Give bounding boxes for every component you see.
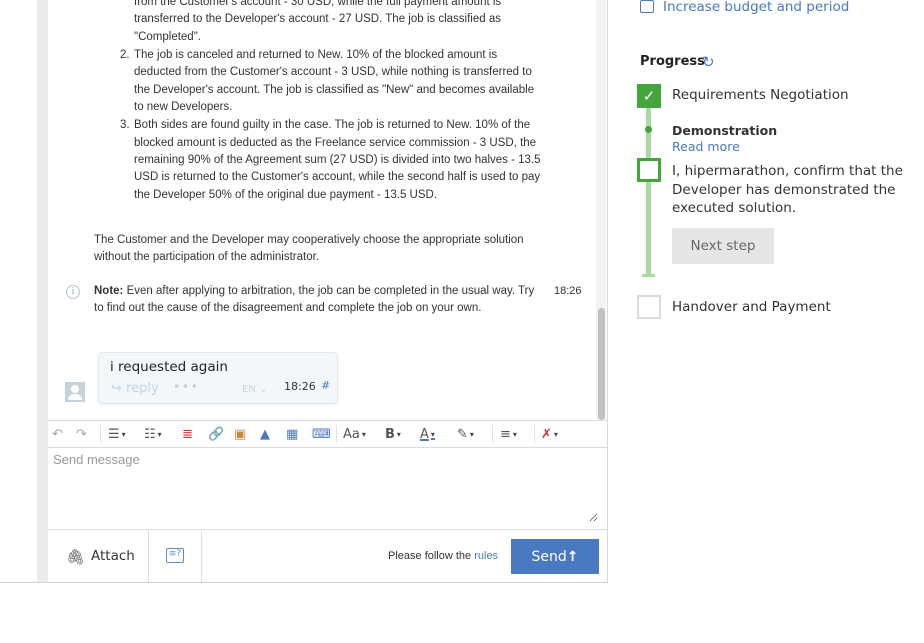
option-3-text: Both sides are found guilty in the case.…: [134, 119, 541, 201]
templates-button[interactable]: ≡?: [149, 531, 202, 582]
chevron-down-icon: ▾: [430, 429, 435, 439]
left-gutter: [37, 0, 48, 582]
attach-label: Attach: [91, 548, 135, 564]
font-color-icon[interactable]: A ▾: [420, 425, 435, 443]
formatting-toolbar: ↶ ↷ ☰ ▾ ☷ ▾ ≣ 🔗 ▣ ▲ ▦ ⌨ Aa ▾ B ▾ A ▾ ✎ ▾ ≡ ▾ ✗ ▾: [48, 420, 607, 448]
reply-label: reply: [126, 381, 159, 396]
arbitration-note: Note: Even after applying to arbitration…: [94, 283, 539, 318]
chat-scrollbar-thumb[interactable]: [598, 308, 605, 420]
compose-area: [48, 448, 607, 530]
step-handover-and-payment: Handover and Payment: [672, 299, 831, 315]
strikethrough-icon[interactable]: ≣: [182, 425, 193, 443]
clear-format-icon[interactable]: ✗ ▾: [541, 425, 558, 443]
chevron-down-icon: ▾: [361, 429, 366, 439]
arrow-up-icon: ↑: [566, 548, 579, 565]
chevron-down-icon: ▾: [553, 429, 558, 439]
more-options-button[interactable]: •••: [173, 380, 199, 395]
option-3-number: 3.: [120, 119, 130, 132]
message-permalink[interactable]: #: [321, 379, 330, 392]
message-template-icon: ≡?: [166, 548, 184, 563]
attach-button[interactable]: 🖇 Attach: [48, 531, 149, 582]
paperclip-icon: 🖇: [66, 548, 86, 566]
link-icon[interactable]: 🔗: [208, 425, 224, 443]
arbitration-options: 2. The job is canceled and returned to N…: [116, 47, 541, 205]
language-selector[interactable]: EN ⌄: [242, 384, 267, 395]
note-label: Note:: [94, 285, 124, 297]
language-label: EN: [242, 384, 256, 395]
chevron-down-icon: ▾: [396, 429, 401, 439]
user-photo-icon[interactable]: ▣: [234, 425, 246, 443]
toolbar-divider: [100, 425, 101, 443]
toolbar-divider: [492, 425, 493, 443]
toolbar-divider: [534, 425, 535, 443]
chevron-down-icon: ⌄: [259, 384, 268, 395]
rules-link[interactable]: rules: [474, 550, 498, 562]
note-timestamp: 18:26: [554, 285, 582, 297]
option-2-text: The job is canceled and returned to New.…: [134, 49, 535, 114]
font-color-label: A: [420, 426, 429, 442]
bold-label: B: [385, 426, 395, 442]
rules-prefix: Please follow the: [388, 550, 475, 562]
bold-icon[interactable]: B ▾: [385, 425, 401, 443]
highlight-icon[interactable]: ✎ ▾: [457, 425, 474, 443]
align-icon[interactable]: ≡ ▾: [500, 425, 517, 443]
chevron-down-icon: ▾: [157, 429, 162, 439]
chat-message-bubble: i requested again ↪ reply ••• EN ⌄ 18:26…: [98, 352, 338, 404]
next-step-button[interactable]: Next step: [672, 228, 774, 264]
step-demonstration: Demonstration: [672, 123, 778, 138]
message-input[interactable]: [53, 452, 598, 522]
table-icon[interactable]: ▦: [286, 425, 298, 443]
option-2-number: 2.: [120, 49, 130, 61]
increase-budget-link[interactable]: Increase budget and period: [663, 0, 849, 15]
option-2: 2. The job is canceled and returned to N…: [116, 47, 541, 117]
step-pending-checkbox: [637, 295, 661, 319]
toolbar-divider: [336, 425, 337, 443]
redo-icon[interactable]: ↷: [76, 425, 87, 443]
progress-title: Progress: [640, 54, 705, 69]
current-step-dot: [645, 126, 652, 133]
refresh-icon[interactable]: ↻: [702, 53, 715, 71]
option-3: 3. Both sides are found guilty in the ca…: [116, 117, 541, 204]
chevron-down-icon: ▾: [469, 429, 474, 439]
user-avatar-icon: [65, 382, 85, 402]
chevron-down-icon: ▾: [512, 429, 517, 439]
page: from the Customer's account - 30 USD, wh…: [0, 0, 924, 643]
step-done-checkbox: ✓: [637, 84, 661, 108]
progress-line: [646, 108, 651, 276]
read-more-link[interactable]: Read more: [672, 139, 740, 154]
progress-line-end: [642, 274, 655, 277]
message-text: i requested again: [110, 359, 228, 375]
option-1-text: from the Customer's account - 30 USD, wh…: [134, 0, 502, 43]
note-text: Even after applying to arbitration, the …: [94, 285, 535, 315]
step-requirements-negotiation: Requirements Negotiation: [672, 87, 849, 103]
send-label: Send: [531, 548, 567, 565]
font-size-icon[interactable]: Aa ▾: [343, 425, 366, 443]
reply-arrow-icon: ↪: [111, 381, 122, 396]
image-icon[interactable]: ▲: [260, 425, 270, 443]
confirm-demonstration-checkbox[interactable]: [637, 158, 661, 182]
demonstration-confirm-text: I, hipermarathon, confirm that the Devel…: [672, 163, 903, 216]
reply-button[interactable]: ↪ reply: [111, 381, 159, 396]
message-timestamp: 18:26: [284, 380, 316, 393]
calendar-plus-icon: [640, 0, 654, 13]
font-size-label: Aa: [343, 426, 360, 442]
info-icon: i: [66, 285, 80, 299]
cooperative-choice-text: The Customer and the Developer may coope…: [94, 234, 524, 264]
bulleted-list-icon[interactable]: ☰ ▾: [108, 425, 126, 443]
numbered-list-icon[interactable]: ☷ ▾: [144, 425, 162, 443]
divider: [0, 582, 608, 583]
chevron-down-icon: ▾: [121, 429, 126, 439]
undo-icon[interactable]: ↶: [52, 425, 63, 443]
rules-notice: Please follow the rules: [388, 550, 498, 562]
send-button[interactable]: Send ↑: [511, 539, 599, 574]
code-icon[interactable]: ⌨: [312, 425, 331, 443]
